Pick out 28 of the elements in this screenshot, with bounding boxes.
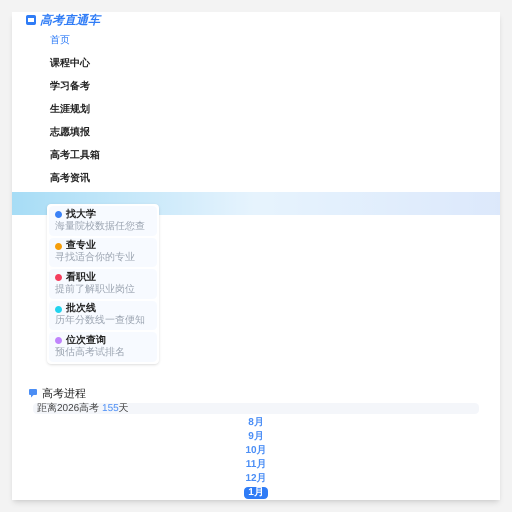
tool-subtitle: 历年分数线一查便知	[55, 316, 146, 326]
section-title: 高考进程	[42, 386, 86, 402]
nav-link[interactable]: 学习备考	[50, 75, 500, 98]
tool-card[interactable]: 找大学 海量院校数据任您查	[49, 206, 157, 236]
nav-link[interactable]: 高考工具箱	[50, 144, 500, 167]
tool-subtitle: 海量院校数据任您查	[55, 222, 146, 232]
countdown-text: 距离2026高考 155天	[37, 404, 129, 414]
tool-title: 看职业	[66, 272, 96, 283]
tool-card[interactable]: 位次查询 预估高考试排名	[49, 332, 157, 362]
tool-card[interactable]: 查专业 寻找适合你的专业	[49, 238, 157, 267]
month-tab[interactable]: 1月	[244, 487, 268, 499]
tool-subtitle: 寻找适合你的专业	[55, 253, 136, 264]
tool-subtitle: 预估高考试排名	[55, 348, 126, 358]
nav-link[interactable]: 首页	[50, 29, 500, 52]
logo-text: 高考直通车	[40, 13, 102, 27]
chat-icon	[29, 389, 38, 398]
tool-card[interactable]: 批次线 历年分数线一查便知	[49, 300, 157, 330]
tool-title: 找大学	[66, 210, 96, 220]
tool-title: 位次查询	[66, 336, 106, 346]
tool-card[interactable]: 看职业 提前了解职业岗位	[49, 269, 157, 298]
nav-link[interactable]: 生涯规划	[50, 98, 500, 121]
nav-link[interactable]: 高考资讯	[50, 167, 500, 190]
nav-link[interactable]: 志愿填报	[50, 121, 500, 144]
tool-title: 查专业	[66, 241, 96, 252]
nav-link[interactable]: 课程中心	[50, 52, 500, 75]
tool-subtitle: 提前了解职业岗位	[55, 284, 136, 295]
logo-icon	[26, 15, 36, 25]
tool-title: 批次线	[66, 304, 96, 314]
